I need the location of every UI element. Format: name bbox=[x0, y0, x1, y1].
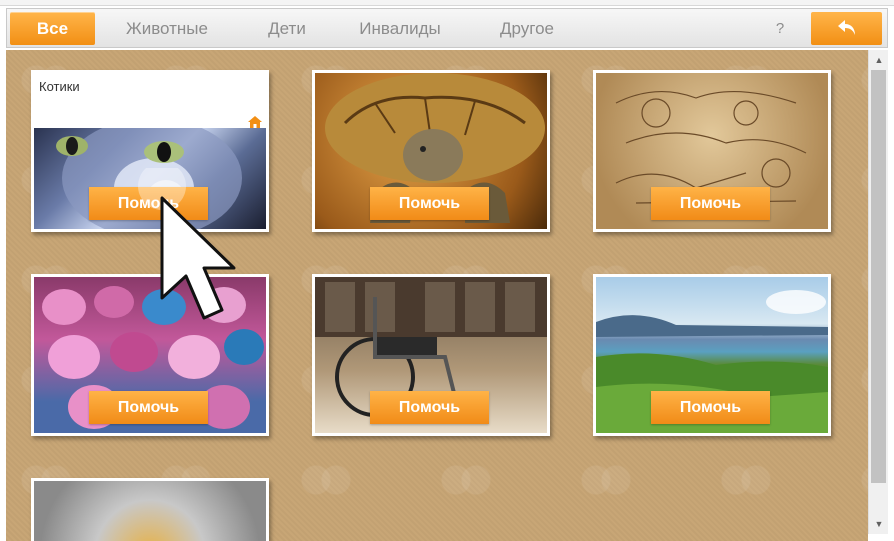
card-turtle[interactable]: Помочь bbox=[312, 70, 550, 232]
back-arrow-icon bbox=[838, 20, 855, 35]
card-wheelchair[interactable]: Помочь bbox=[312, 274, 550, 436]
help-button-cats[interactable]: Помочь bbox=[89, 187, 208, 220]
vertical-scrollbar[interactable]: ▲ ▼ bbox=[868, 50, 888, 534]
card-landscape[interactable]: Помочь bbox=[593, 274, 831, 436]
scroll-thumb[interactable] bbox=[871, 70, 886, 483]
back-button[interactable] bbox=[811, 12, 882, 45]
app-window: Все Животные Дети Инвалиды Другое ? Коти… bbox=[0, 0, 894, 541]
scroll-up-icon[interactable]: ▲ bbox=[869, 52, 889, 68]
cards-grid: Котики Помочь Помочь Помочь Помочь Помоч… bbox=[6, 50, 868, 541]
tab-all[interactable]: Все bbox=[10, 12, 95, 45]
help-button-turtle[interactable]: Помочь bbox=[370, 187, 489, 220]
partial-photo bbox=[34, 481, 266, 541]
tab-animals[interactable]: Животные bbox=[107, 12, 227, 45]
card-header: Котики bbox=[34, 73, 266, 128]
help-button[interactable]: ? bbox=[765, 12, 795, 45]
home-icon bbox=[248, 116, 262, 128]
card-cats[interactable]: Котики Помочь bbox=[31, 70, 269, 232]
card-toys[interactable]: Помочь bbox=[31, 274, 269, 436]
card-sketch[interactable]: Помочь bbox=[593, 70, 831, 232]
tab-children[interactable]: Дети bbox=[247, 12, 327, 45]
top-edge bbox=[0, 0, 894, 6]
tab-other[interactable]: Другое bbox=[477, 12, 577, 45]
help-button-wheelchair[interactable]: Помочь bbox=[370, 391, 489, 424]
help-button-toys[interactable]: Помочь bbox=[89, 391, 208, 424]
card-partial[interactable] bbox=[31, 478, 269, 541]
help-button-sketch[interactable]: Помочь bbox=[651, 187, 770, 220]
tab-disabled[interactable]: Инвалиды bbox=[345, 12, 455, 45]
card-title: Котики bbox=[39, 79, 80, 94]
category-nav-bar: Все Животные Дети Инвалиды Другое ? bbox=[6, 8, 888, 48]
scroll-down-icon[interactable]: ▼ bbox=[869, 516, 889, 532]
help-button-landscape[interactable]: Помочь bbox=[651, 391, 770, 424]
